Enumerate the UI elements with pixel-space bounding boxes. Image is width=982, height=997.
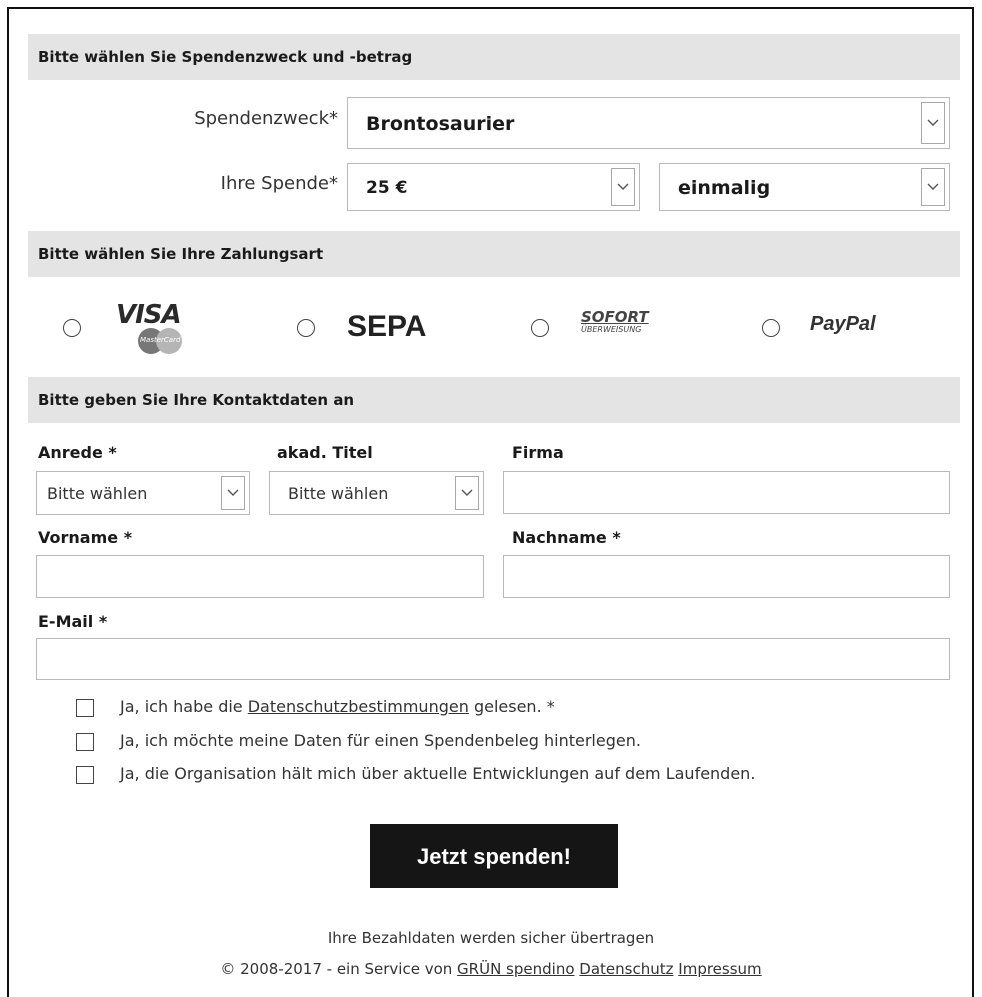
payment-radio-paypal[interactable] xyxy=(762,319,780,337)
visa-mastercard-logo: VISA MasterCard xyxy=(116,300,206,356)
salutation-label: Anrede * xyxy=(38,443,117,462)
chevron-down-icon[interactable] xyxy=(921,102,945,144)
paypal-logo: PayPal xyxy=(810,313,876,336)
purpose-select-value: Brontosaurier xyxy=(366,113,515,135)
frequency-select-value: einmalig xyxy=(678,177,771,199)
privacy-consent-text: Ja, ich habe die Datenschutzbestimmungen… xyxy=(120,697,555,716)
firstname-input[interactable] xyxy=(36,555,484,598)
privacy-policy-link[interactable]: Datenschutzbestimmungen xyxy=(248,697,469,716)
updates-checkbox[interactable] xyxy=(76,766,94,784)
firstname-label: Vorname * xyxy=(38,528,132,547)
academic-title-select-value: Bitte wählen xyxy=(288,484,389,503)
chevron-down-icon[interactable] xyxy=(921,168,945,206)
privacy-consent-suffix: gelesen. * xyxy=(473,697,555,716)
privacy-checkbox[interactable] xyxy=(76,699,94,717)
academic-title-select[interactable]: Bitte wählen xyxy=(269,471,484,515)
amount-select-value: 25 € xyxy=(366,178,408,198)
firstname-label-text: Vorname xyxy=(38,528,119,547)
payment-radio-sepa[interactable] xyxy=(297,319,315,337)
salutation-label-text: Anrede xyxy=(38,443,103,462)
chevron-down-icon[interactable] xyxy=(455,476,479,510)
required-mark: * xyxy=(98,612,108,631)
lastname-label-text: Nachname xyxy=(512,528,607,547)
lastname-input[interactable] xyxy=(503,555,950,598)
section-header-payment: Bitte wählen Sie Ihre Zahlungsart xyxy=(28,231,960,277)
company-label: Firma xyxy=(512,443,564,462)
frequency-select[interactable]: einmalig xyxy=(659,163,950,211)
paypal-text: PayPal xyxy=(810,313,876,335)
mastercard-text: MasterCard xyxy=(140,336,181,344)
receipt-checkbox[interactable] xyxy=(76,733,94,751)
amount-label-text: Ihre Spende xyxy=(220,173,329,194)
required-mark: * xyxy=(329,173,338,194)
donate-now-button[interactable]: Jetzt spenden! xyxy=(370,824,618,888)
purpose-select[interactable]: Brontosaurier xyxy=(347,97,950,149)
sofort-logo: SOFORT ÜBERWEISUNG xyxy=(581,308,681,334)
footer-copyright: © 2008-2017 - ein Service von GRÜN spend… xyxy=(0,960,982,978)
amount-label: Ihre Spende* xyxy=(38,173,338,194)
imprint-link[interactable]: Impressum xyxy=(678,960,761,978)
purpose-label-text: Spendenzweck xyxy=(194,108,329,129)
privacy-consent-prefix: Ja, ich habe die xyxy=(120,697,243,716)
email-label: E-Mail * xyxy=(38,612,107,631)
payment-radio-sofort[interactable] xyxy=(531,319,549,337)
visa-text: VISA xyxy=(116,300,182,330)
updates-consent-text: Ja, die Organisation hält mich über aktu… xyxy=(120,764,756,783)
chevron-down-icon[interactable] xyxy=(611,168,635,206)
brand-link[interactable]: GRÜN spendino xyxy=(457,960,574,978)
section-header-purpose: Bitte wählen Sie Spendenzweck und -betra… xyxy=(28,34,960,80)
purpose-label: Spendenzweck* xyxy=(38,108,338,129)
required-mark: * xyxy=(612,528,621,547)
required-mark: * xyxy=(123,528,133,547)
secure-transfer-text: Ihre Bezahldaten werden sicher übertrage… xyxy=(327,929,655,947)
required-mark: * xyxy=(329,108,338,129)
required-mark: * xyxy=(108,443,117,462)
sepa-logo: SEPA xyxy=(347,310,426,344)
sofort-text: SOFORT xyxy=(581,308,649,326)
receipt-consent-text: Ja, ich möchte meine Daten für einen Spe… xyxy=(120,731,641,750)
section-header-contact: Bitte geben Sie Ihre Kontaktdaten an xyxy=(28,377,960,423)
copyright-text: © 2008-2017 - ein Service von xyxy=(220,960,453,978)
lastname-label: Nachname * xyxy=(512,528,621,547)
payment-radio-card[interactable] xyxy=(63,319,81,337)
chevron-down-icon[interactable] xyxy=(221,476,245,510)
salutation-select[interactable]: Bitte wählen xyxy=(36,471,250,515)
amount-select[interactable]: 25 € xyxy=(347,163,640,211)
sepa-text: SEPA xyxy=(347,310,427,343)
footer-privacy-link[interactable]: Datenschutz xyxy=(579,960,673,978)
email-input[interactable] xyxy=(36,638,950,680)
email-label-text: E-Mail xyxy=(38,612,94,631)
sofort-sub-text: ÜBERWEISUNG xyxy=(581,325,642,334)
title-label: akad. Titel xyxy=(277,443,373,462)
salutation-select-value: Bitte wählen xyxy=(47,484,148,503)
company-input[interactable] xyxy=(503,471,950,514)
